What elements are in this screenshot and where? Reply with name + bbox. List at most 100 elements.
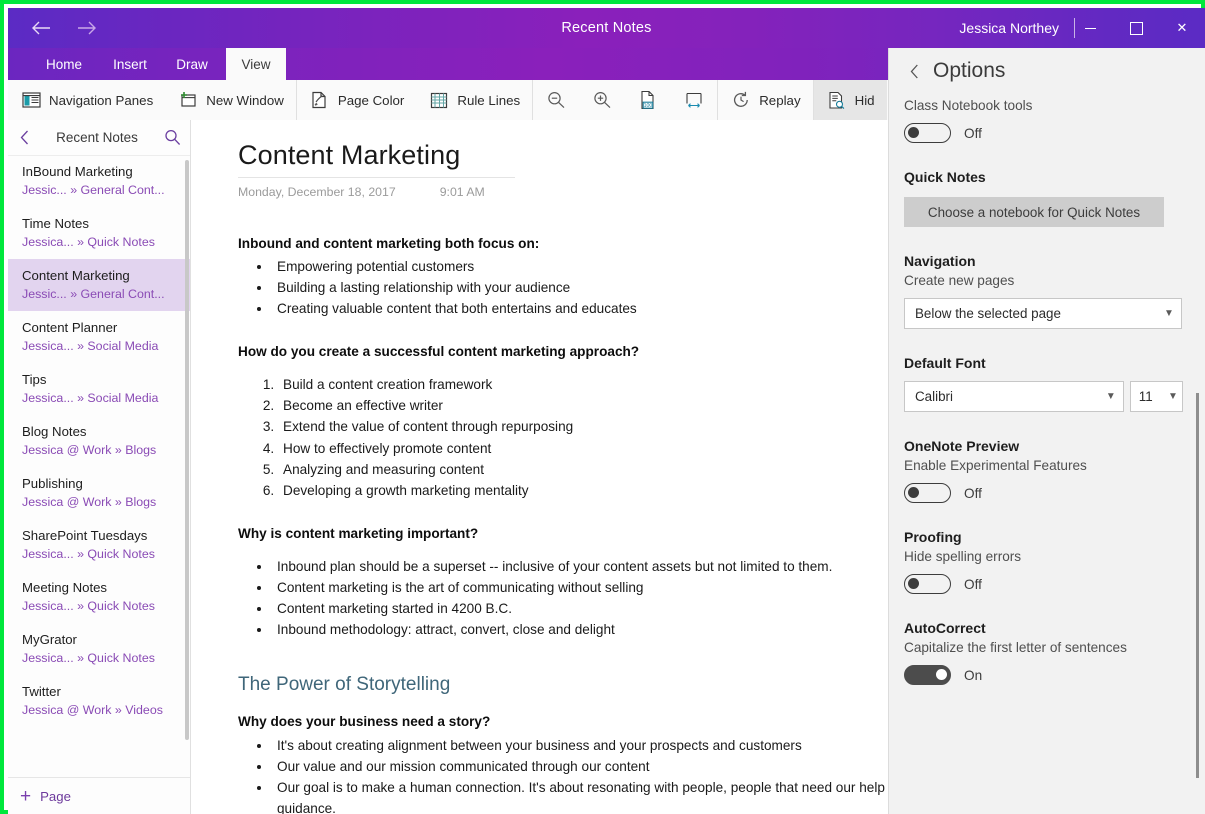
- list-item: Our goal is to make a human connection. …: [272, 777, 925, 814]
- page-title[interactable]: Content Marketing: [238, 140, 515, 178]
- list-item-path: Jessica... » Social Media: [22, 338, 159, 353]
- tab-home[interactable]: Home: [36, 48, 92, 80]
- class-notebook-toggle[interactable]: [904, 123, 951, 143]
- list-item-title: Content Planner: [22, 320, 118, 335]
- page-body[interactable]: Inbound and content marketing both focus…: [238, 233, 938, 814]
- new-window-label: New Window: [206, 92, 284, 108]
- font-family-select[interactable]: Calibri ▼: [904, 381, 1124, 412]
- list-item-title: MyGrator: [22, 632, 77, 647]
- list-item[interactable]: Twitter Jessica @ Work » Videos: [8, 675, 190, 727]
- new-window-icon: [177, 89, 199, 111]
- sidebar-scrollbar[interactable]: [185, 160, 189, 740]
- experimental-features-toggle[interactable]: [904, 483, 951, 503]
- default-font-heading: Default Font: [904, 355, 986, 371]
- list-item-path: Jessica... » Quick Notes: [22, 234, 155, 249]
- list-item: Creating valuable content that both ente…: [272, 298, 938, 319]
- proofing-heading: Proofing: [904, 529, 962, 545]
- search-icon[interactable]: [154, 120, 190, 155]
- capitalize-toggle[interactable]: [904, 665, 951, 685]
- sidebar-title: Recent Notes: [56, 130, 138, 145]
- list-item[interactable]: Tips Jessica... » Social Media: [8, 363, 190, 415]
- back-arrow-icon[interactable]: [18, 10, 64, 46]
- class-notebook-label: Class Notebook tools: [904, 98, 1033, 113]
- list-item[interactable]: SharePoint Tuesdays Jessica... » Quick No…: [8, 519, 190, 571]
- svg-text:100: 100: [644, 103, 653, 109]
- chevron-left-icon[interactable]: [901, 64, 927, 79]
- list-item[interactable]: MyGrator Jessica... » Quick Notes: [8, 623, 190, 675]
- hide-spelling-errors-toggle[interactable]: [904, 574, 951, 594]
- zoom-in-icon: [591, 89, 613, 111]
- page-time[interactable]: 9:01 AM: [440, 185, 485, 199]
- hide-authors-icon: [826, 89, 848, 111]
- experimental-features-state: Off: [964, 485, 982, 501]
- page-date[interactable]: Monday, December 18, 2017: [238, 185, 396, 199]
- create-new-pages-select[interactable]: Below the selected page ▼: [904, 298, 1182, 329]
- page-color-label: Page Color: [337, 92, 405, 108]
- list-item-title: Blog Notes: [22, 424, 87, 439]
- page-width-button[interactable]: [671, 80, 717, 120]
- navigation-panes-button[interactable]: Navigation Panes: [8, 80, 165, 120]
- default-font-row: Calibri ▼ 11 ▼: [904, 381, 1183, 412]
- list-item-path: Jessica... » Quick Notes: [22, 650, 155, 665]
- rule-lines-button[interactable]: Rule Lines: [416, 80, 532, 120]
- tab-view[interactable]: View: [226, 48, 286, 80]
- list-item-title: Time Notes: [22, 216, 89, 231]
- ribbon-group-authors: Hid: [813, 80, 887, 120]
- zoom-in-button[interactable]: [579, 80, 625, 120]
- hide-authors-button[interactable]: Hid: [813, 80, 887, 120]
- list-item[interactable]: Content Marketing Jessic... » General Con…: [8, 259, 190, 311]
- add-page-button[interactable]: + Page: [8, 777, 190, 814]
- page-meta: Monday, December 18, 2017 9:01 AM: [238, 185, 938, 199]
- tab-draw[interactable]: Draw: [166, 48, 218, 80]
- list-item[interactable]: Time Notes Jessica... » Quick Notes: [8, 207, 190, 259]
- chevron-left-icon[interactable]: [8, 120, 40, 155]
- heading-inbound-focus: Inbound and content marketing both focus…: [238, 236, 540, 251]
- list-item[interactable]: Content Planner Jessica... » Social Media: [8, 311, 190, 363]
- onenote-window: Recent Notes Jessica Northey ✕ Home Inse…: [8, 8, 1205, 814]
- page-color-icon: [309, 89, 331, 111]
- choose-notebook-button[interactable]: Choose a notebook for Quick Notes: [904, 197, 1164, 227]
- list-item[interactable]: Meeting Notes Jessica... » Quick Notes: [8, 571, 190, 623]
- forward-arrow-icon[interactable]: [64, 10, 110, 46]
- replay-button[interactable]: Replay: [718, 80, 812, 120]
- list-item-path: Jessica... » Quick Notes: [22, 546, 155, 561]
- bullet-list-importance: Inbound plan should be a superset -- inc…: [238, 556, 938, 640]
- list-item[interactable]: Blog Notes Jessica @ Work » Blogs: [8, 415, 190, 467]
- close-button[interactable]: ✕: [1159, 8, 1205, 48]
- list-item[interactable]: InBound Marketing Jessic... » General Con…: [8, 155, 190, 207]
- zoom-100-button[interactable]: 100: [625, 80, 671, 120]
- list-item: Our value and our mission communicated t…: [272, 756, 925, 777]
- capitalize-state: On: [964, 667, 983, 683]
- recent-notes-list[interactable]: InBound Marketing Jessic... » General Con…: [8, 155, 190, 777]
- list-item-title: Tips: [22, 372, 47, 387]
- list-item: Content marketing is the art of communic…: [272, 577, 925, 598]
- new-window-button[interactable]: New Window: [165, 80, 296, 120]
- maximize-button[interactable]: [1113, 8, 1159, 48]
- list-item: Inbound plan should be a superset -- inc…: [272, 556, 925, 577]
- page-color-button[interactable]: Page Color: [297, 80, 417, 120]
- recent-notes-sidebar: Recent Notes InBound Marketing Jessic... …: [8, 120, 191, 814]
- list-item: Extend the value of content through repu…: [278, 416, 938, 437]
- account-name[interactable]: Jessica Northey: [959, 8, 1059, 48]
- capitalize-label: Capitalize the first letter of sentences: [904, 640, 1127, 655]
- create-new-pages-label: Create new pages: [904, 273, 1015, 288]
- onenote-preview-heading: OneNote Preview: [904, 438, 1020, 454]
- list-item[interactable]: Publishing Jessica @ Work » Blogs: [8, 467, 190, 519]
- options-body: Class Notebook tools Off Quick Notes Cho…: [889, 98, 1205, 685]
- font-size-select[interactable]: 11 ▼: [1129, 381, 1183, 412]
- list-item-path: Jessic... » General Cont...: [22, 286, 165, 301]
- minimize-button[interactable]: [1067, 8, 1113, 48]
- quick-notes-heading: Quick Notes: [904, 169, 986, 185]
- hide-authors-label: Hid: [854, 92, 875, 108]
- options-scrollbar[interactable]: [1196, 393, 1199, 778]
- zoom-out-button[interactable]: [533, 80, 579, 120]
- list-item: Build a content creation framework: [278, 374, 938, 395]
- font-size-value: 11: [1138, 389, 1153, 404]
- options-title: Options: [933, 59, 1006, 82]
- tab-insert[interactable]: Insert: [102, 48, 158, 80]
- list-item-title: Publishing: [22, 476, 83, 491]
- window-controls: ✕: [1067, 8, 1205, 48]
- list-item-path: Jessica @ Work » Blogs: [22, 442, 157, 457]
- heading-approach: How do you create a successful content m…: [238, 344, 640, 360]
- list-item-path: Jessica... » Social Media: [22, 390, 159, 405]
